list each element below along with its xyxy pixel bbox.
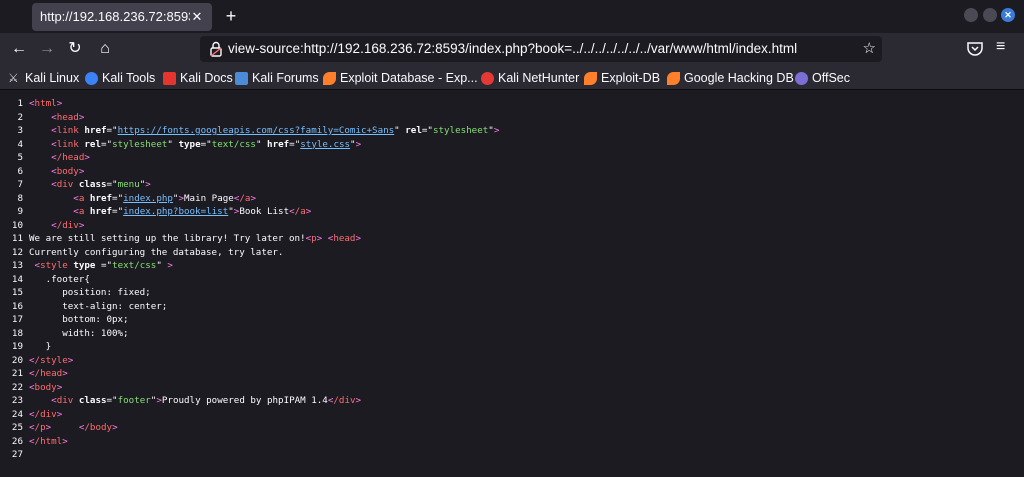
back-button[interactable]: ← bbox=[8, 38, 30, 60]
kali-tools-icon bbox=[85, 71, 98, 85]
bookmark-kali-nethunter[interactable]: Kali NetHunter bbox=[481, 69, 579, 87]
source-line: 9 <a href="index.php?book=list">Book Lis… bbox=[17, 206, 312, 217]
source-view: 1 <html> 2 <head> 3 <link href="https://f… bbox=[0, 91, 1024, 477]
source-line: 23 <div class="footer">Proudly powered b… bbox=[11, 395, 362, 406]
bookmark-kali-linux[interactable]: ⚔ Kali Linux bbox=[8, 69, 79, 87]
source-line: 8 <a href="index.php">Main Page</a> bbox=[17, 192, 256, 204]
source-line: 5 </head> bbox=[17, 152, 90, 163]
source-line: 25 </p> </body> bbox=[11, 422, 118, 433]
source-line: 24 </div> bbox=[11, 408, 63, 420]
source-line: 15 position: fixed; bbox=[11, 287, 151, 298]
nethunter-icon bbox=[481, 71, 494, 85]
source-line: 22 <body> bbox=[11, 381, 63, 393]
bookmark-kali-forums[interactable]: Kali Forums bbox=[235, 69, 319, 87]
source-line: 19 } bbox=[11, 341, 52, 352]
source-line: 11 We are still setting up the library! T… bbox=[11, 233, 361, 244]
reload-button[interactable]: ↻ bbox=[64, 38, 86, 60]
tab-strip: http://192.168.236.72:8593/index.php?boo… bbox=[0, 0, 1024, 33]
minimize-button[interactable] bbox=[964, 8, 978, 22]
source-line: 14 .footer{ bbox=[11, 273, 90, 285]
ghdb-icon bbox=[667, 71, 680, 85]
tab-title: http://192.168.236.72:8593/index.php?boo… bbox=[40, 9, 190, 24]
window-close-button[interactable]: ✕ bbox=[1001, 8, 1015, 22]
url-text[interactable]: view-source:http://192.168.236.72:8593/i… bbox=[228, 41, 797, 56]
bookmark-exploit-database[interactable]: Exploit Database - Exp... bbox=[323, 69, 478, 87]
source-link[interactable]: style.css bbox=[300, 139, 350, 150]
bookmark-offsec[interactable]: OffSec bbox=[795, 69, 850, 87]
source-line: 18 width: 100%; bbox=[11, 327, 129, 339]
source-line: 17 bottom: 0px; bbox=[11, 314, 129, 325]
source-line: 1 <html> bbox=[17, 98, 63, 109]
forward-button[interactable]: → bbox=[36, 38, 58, 60]
source-link[interactable]: index.php bbox=[123, 193, 173, 204]
source-line: 4 <link rel="stylesheet" type="text/css"… bbox=[17, 138, 362, 150]
home-button[interactable]: ⌂ bbox=[94, 38, 116, 60]
source-line: 27 bbox=[11, 449, 23, 460]
exploit-db-icon bbox=[323, 71, 336, 85]
bookmark-star-icon[interactable]: ☆ bbox=[863, 39, 876, 57]
source-line: 6 <body> bbox=[17, 165, 85, 177]
navigation-toolbar: ← → ↻ ⌂ view-source:http://192.168.236.7… bbox=[0, 33, 1024, 65]
pocket-icon[interactable] bbox=[966, 39, 984, 57]
kali-forums-icon bbox=[235, 71, 248, 85]
kali-docs-icon bbox=[163, 71, 176, 85]
offsec-icon bbox=[795, 71, 808, 85]
page-info-icon[interactable] bbox=[208, 40, 224, 58]
source-line: 2 <head> bbox=[17, 111, 85, 123]
source-line: 21 </head> bbox=[11, 368, 68, 379]
bookmark-kali-tools[interactable]: Kali Tools bbox=[85, 69, 155, 87]
source-line: 10 </div> bbox=[11, 219, 85, 231]
source-line: 3 <link href="https://fonts.googleapis.c… bbox=[17, 125, 500, 136]
menu-icon[interactable]: ≡ bbox=[996, 38, 1005, 56]
new-tab-button[interactable]: + bbox=[220, 5, 242, 27]
bookmark-exploit-db[interactable]: Exploit-DB bbox=[584, 69, 660, 87]
close-icon[interactable]: ✕ bbox=[188, 8, 206, 26]
source-link[interactable]: https://fonts.googleapis.com/css?family=… bbox=[118, 125, 395, 136]
source-line: 12 Currently configuring the database, tr… bbox=[11, 246, 284, 258]
source-line: 13 <style type ="text/css" > bbox=[11, 260, 173, 271]
source-line: 7 <div class="menu"> bbox=[17, 179, 151, 190]
kali-dragon-icon: ⚔ bbox=[8, 70, 19, 85]
exploit-db-icon bbox=[584, 71, 597, 85]
url-bar[interactable]: view-source:http://192.168.236.72:8593/i… bbox=[200, 36, 882, 62]
maximize-button[interactable] bbox=[983, 8, 997, 22]
bookmarks-toolbar: ⚔ Kali Linux Kali Tools Kali Docs Kali Fo… bbox=[0, 65, 1024, 90]
source-line: 26 </html> bbox=[11, 435, 68, 447]
bookmark-google-hacking-db[interactable]: Google Hacking DB bbox=[667, 69, 794, 87]
bookmark-kali-docs[interactable]: Kali Docs bbox=[163, 69, 233, 87]
source-link[interactable]: index.php?book=list bbox=[123, 206, 228, 217]
source-line: 20 </style> bbox=[11, 354, 74, 366]
browser-tab[interactable]: http://192.168.236.72:8593/index.php?boo… bbox=[32, 3, 212, 31]
source-line: 16 text-align: center; bbox=[11, 300, 168, 312]
